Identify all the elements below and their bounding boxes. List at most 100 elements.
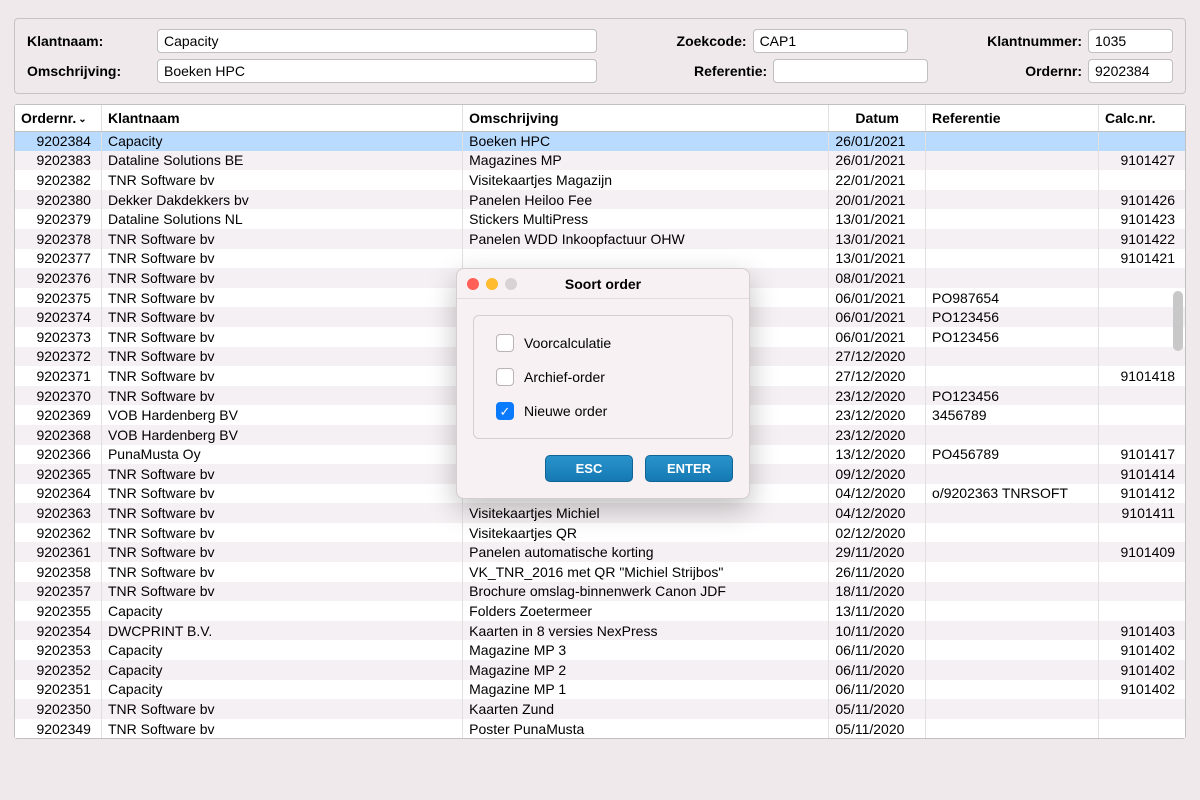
table-row[interactable]: 9202354DWCPRINT B.V.Kaarten in 8 versies… [15,621,1185,641]
table-cell: 9101426 [1098,190,1185,210]
close-icon[interactable] [467,278,479,290]
table-cell: 9202383 [15,151,101,171]
klantnummer-input[interactable] [1088,29,1173,53]
table-cell: TNR Software bv [101,327,462,347]
table-cell [1098,699,1185,719]
checkbox-icon[interactable] [496,334,514,352]
table-cell: 06/11/2020 [829,680,926,700]
table-row[interactable]: 9202380Dekker Dakdekkers bvPanelen Heilo… [15,190,1185,210]
table-row[interactable]: 9202353CapacityMagazine MP 306/11/202091… [15,640,1185,660]
sort-desc-icon: ⌄ [78,114,86,125]
table-cell: 3456789 [926,405,1099,425]
table-cell: VOB Hardenberg BV [101,405,462,425]
table-row[interactable]: 9202383Dataline Solutions BEMagazines MP… [15,151,1185,171]
col-header-calcnr[interactable]: Calc.nr. [1098,105,1185,131]
table-row[interactable]: 9202357TNR Software bvBrochure omslag-bi… [15,582,1185,602]
table-cell: 9202382 [15,170,101,190]
table-cell [926,640,1099,660]
table-cell: 06/11/2020 [829,640,926,660]
col-header-datum[interactable]: Datum [829,105,926,131]
table-cell: 9202369 [15,405,101,425]
table-cell: 04/12/2020 [829,484,926,504]
table-row[interactable]: 9202355CapacityFolders Zoetermeer13/11/2… [15,601,1185,621]
table-cell: 9101402 [1098,660,1185,680]
table-cell [1098,601,1185,621]
table-row[interactable]: 9202363TNR Software bvVisitekaartjes Mic… [15,503,1185,523]
table-cell: 20/01/2021 [829,190,926,210]
table-row[interactable]: 9202352CapacityMagazine MP 206/11/202091… [15,660,1185,680]
table-cell [926,366,1099,386]
table-row[interactable]: 9202377TNR Software bv13/01/20219101421 [15,249,1185,269]
table-cell: 9101409 [1098,542,1185,562]
col-header-klantnaam[interactable]: Klantnaam [101,105,462,131]
table-cell: 13/11/2020 [829,601,926,621]
table-cell: Boeken HPC [463,131,829,151]
table-cell [926,190,1099,210]
table-cell [926,425,1099,445]
table-cell: 9101427 [1098,151,1185,171]
table-cell [926,601,1099,621]
table-row[interactable]: 9202350TNR Software bvKaarten Zund05/11/… [15,699,1185,719]
table-cell: PO123456 [926,386,1099,406]
table-cell: 9202358 [15,562,101,582]
table-cell: TNR Software bv [101,288,462,308]
table-cell: PO123456 [926,327,1099,347]
ordernr-input[interactable] [1088,59,1173,83]
table-cell: Folders Zoetermeer [463,601,829,621]
order-type-option[interactable]: Archief-order [496,368,710,386]
table-cell: 9101411 [1098,503,1185,523]
table-row[interactable]: 9202379Dataline Solutions NLStickers Mul… [15,209,1185,229]
klantnaam-input[interactable] [157,29,597,53]
table-cell: Panelen automatische korting [463,542,829,562]
col-header-referentie[interactable]: Referentie [926,105,1099,131]
table-cell: 9202353 [15,640,101,660]
table-cell [926,131,1099,151]
table-cell: VOB Hardenberg BV [101,425,462,445]
table-cell: 9202363 [15,503,101,523]
table-cell: 9101418 [1098,366,1185,386]
zoekcode-input[interactable] [753,29,908,53]
minimize-icon[interactable] [486,278,498,290]
enter-button[interactable]: ENTER [645,455,733,482]
table-cell: 9101422 [1098,229,1185,249]
table-cell: TNR Software bv [101,249,462,269]
table-row[interactable]: 9202358TNR Software bvVK_TNR_2016 met QR… [15,562,1185,582]
table-cell: 05/11/2020 [829,699,926,719]
option-label: Nieuwe order [524,403,607,419]
table-row[interactable]: 9202351CapacityMagazine MP 106/11/202091… [15,680,1185,700]
col-header-omschrijving[interactable]: Omschrijving [463,105,829,131]
table-cell [926,249,1099,269]
table-row[interactable]: 9202349TNR Software bvPoster PunaMusta05… [15,719,1185,739]
table-cell: 9202371 [15,366,101,386]
table-cell: 9202352 [15,660,101,680]
table-cell [926,347,1099,367]
scrollbar-thumb[interactable] [1173,291,1183,351]
esc-button[interactable]: ESC [545,455,633,482]
table-row[interactable]: 9202384CapacityBoeken HPC26/01/2021 [15,131,1185,151]
table-row[interactable]: 9202382TNR Software bvVisitekaartjes Mag… [15,170,1185,190]
col-header-ordernr[interactable]: Ordernr.⌄ [15,105,101,131]
zoekcode-label: Zoekcode: [677,33,747,49]
table-cell: 9202377 [15,249,101,269]
order-type-option[interactable]: ✓ Nieuwe order [496,402,710,420]
checkbox-icon[interactable]: ✓ [496,402,514,420]
table-row[interactable]: 9202378TNR Software bvPanelen WDD Inkoop… [15,229,1185,249]
table-cell: 9101414 [1098,464,1185,484]
table-cell: 13/01/2021 [829,249,926,269]
table-row[interactable]: 9202361TNR Software bvPanelen automatisc… [15,542,1185,562]
table-cell: 09/12/2020 [829,464,926,484]
checkbox-icon[interactable] [496,368,514,386]
dialog-titlebar[interactable]: Soort order [457,269,749,299]
table-cell: Panelen Heiloo Fee [463,190,829,210]
omschrijving-input[interactable] [157,59,597,83]
referentie-input[interactable] [773,59,928,83]
table-cell: 06/01/2021 [829,288,926,308]
table-cell: TNR Software bv [101,503,462,523]
klantnaam-label: Klantnaam: [27,33,103,49]
checkmark-icon: ✓ [500,405,511,418]
table-cell: 9202384 [15,131,101,151]
table-cell: TNR Software bv [101,347,462,367]
order-type-option[interactable]: Voorcalculatie [496,334,710,352]
table-cell: Brochure omslag-binnenwerk Canon JDF [463,582,829,602]
table-row[interactable]: 9202362TNR Software bvVisitekaartjes QR0… [15,523,1185,543]
